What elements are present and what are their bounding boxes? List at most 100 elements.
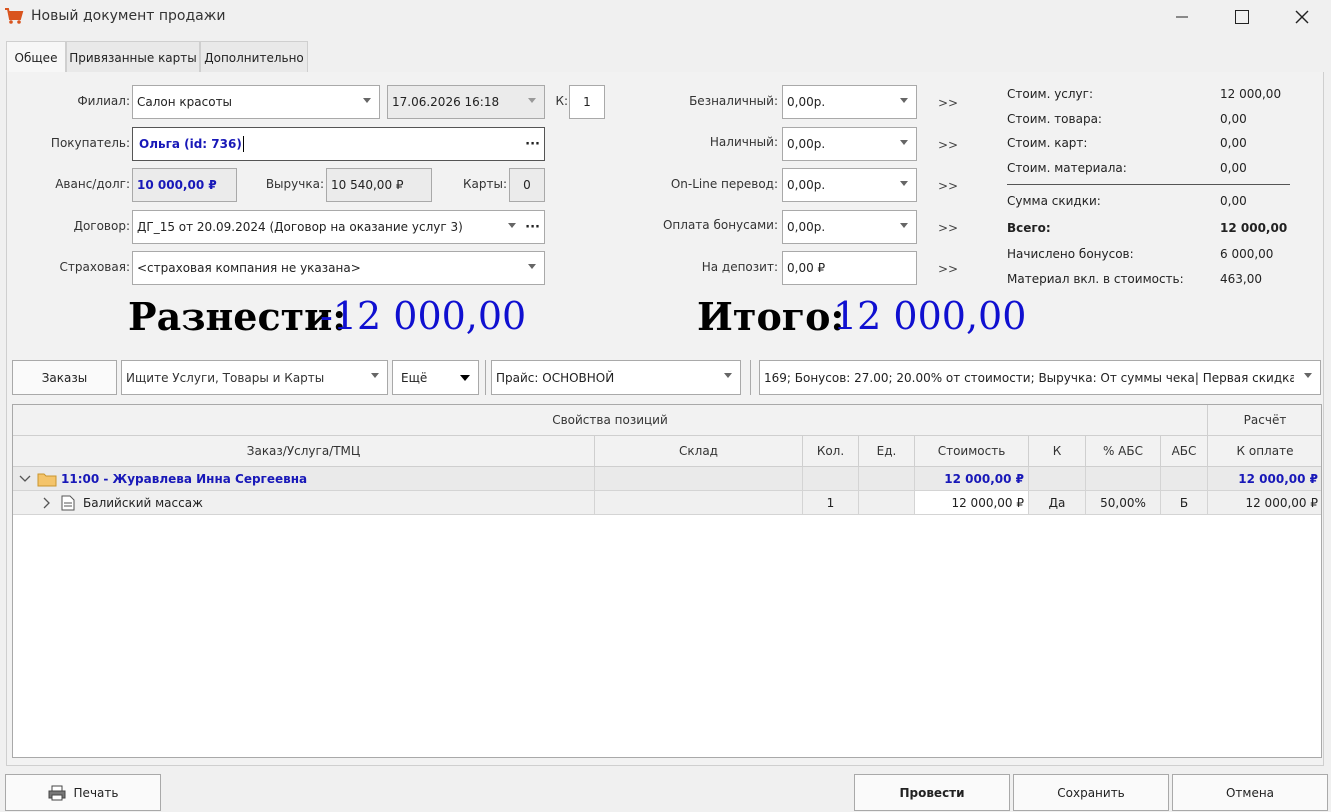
column-header-cost[interactable]: Стоимость — [915, 436, 1029, 467]
distribute-label: Разнести: — [128, 294, 347, 339]
more-dots-icon[interactable]: ··· — [525, 137, 540, 152]
revenue-value: 10 540,00 ₽ — [331, 178, 404, 192]
more-dropdown[interactable]: Ещё — [392, 360, 479, 395]
k-label: К: — [555, 94, 568, 108]
summary-material-included-value: 463,00 — [1220, 272, 1262, 286]
group-header-calculation: Расчёт — [1208, 405, 1321, 436]
summary-goods-label: Стоим. товара: — [1007, 112, 1102, 126]
distribute-value: -12 000,00 — [320, 294, 527, 338]
payment-cash-value: 0,00р. — [787, 137, 826, 151]
payment-online-fill-button[interactable]: >> — [938, 179, 958, 193]
chevron-down-icon — [900, 223, 908, 228]
summary-discount-value: 0,00 — [1220, 194, 1247, 208]
summary-material-label: Стоим. материала: — [1007, 161, 1127, 175]
cancel-button[interactable]: Отмена — [1172, 774, 1328, 811]
datetime-field[interactable]: 17.06.2026 16:18 — [387, 85, 545, 119]
save-button[interactable]: Сохранить — [1013, 774, 1169, 811]
branch-value: Салон красоты — [137, 95, 233, 109]
payment-cash-label: Наличный: — [709, 135, 778, 149]
tab-linked-cards[interactable]: Привязанные карты — [66, 41, 200, 73]
advance-label: Аванс/долг: — [55, 177, 130, 191]
print-button[interactable]: Печать — [5, 774, 161, 811]
more-label: Ещё — [401, 370, 428, 385]
advance-value: 10 000,00 ₽ — [137, 178, 217, 192]
column-header-unit[interactable]: Ед. — [859, 436, 915, 467]
summary-goods-value: 0,00 — [1220, 112, 1247, 126]
summary-total-value: 12 000,00 — [1220, 221, 1288, 235]
summary-services-value: 12 000,00 — [1220, 87, 1282, 101]
close-icon — [1295, 10, 1309, 24]
column-header-item[interactable]: Заказ/Услуга/ТМЦ — [13, 436, 595, 467]
item-qty[interactable]: 1 — [803, 491, 859, 515]
insurer-label: Страховая: — [59, 260, 130, 274]
payment-bonus-value: 0,00р. — [787, 220, 826, 234]
price-list-select[interactable]: Прайс: ОСНОВНОЙ — [491, 360, 741, 395]
minimize-button[interactable] — [1152, 0, 1212, 34]
column-header-qty[interactable]: Кол. — [803, 436, 859, 467]
column-header-k[interactable]: К — [1029, 436, 1086, 467]
payment-cash-fill-button[interactable]: >> — [938, 138, 958, 152]
promo-select[interactable]: 169; Бонусов: 27.00; 20.00% от стоимости… — [759, 360, 1321, 395]
group-header-properties: Свойства позиций — [13, 405, 1208, 436]
summary-cards-value: 0,00 — [1220, 136, 1247, 150]
summary-material-included-label: Материал вкл. в стоимость: — [1007, 272, 1184, 286]
chevron-down-icon — [724, 373, 732, 378]
maximize-button[interactable] — [1212, 0, 1272, 34]
buyer-input[interactable]: Ольга (id: 736) ··· — [132, 127, 545, 161]
toolbar-separator — [750, 360, 751, 395]
item-abs[interactable]: Б — [1161, 491, 1208, 515]
summary-divider — [1007, 184, 1290, 185]
summary-material-value: 0,00 — [1220, 161, 1247, 175]
branch-select[interactable]: Салон красоты — [132, 85, 380, 119]
buyer-label: Покупатель: — [50, 136, 130, 150]
insurer-select[interactable]: <страховая компания не указана> — [132, 251, 545, 285]
column-header-abs[interactable]: АБС — [1161, 436, 1208, 467]
revenue-field: 10 540,00 ₽ — [326, 168, 432, 202]
chevron-down-icon — [900, 140, 908, 145]
toolbar-separator — [485, 360, 486, 395]
chevron-down-icon — [508, 223, 516, 228]
tab-additional[interactable]: Дополнительно — [200, 41, 308, 73]
group-to-pay: 12 000,00 ₽ — [1208, 467, 1321, 491]
search-input[interactable]: Ищите Услуги, Товары и Карты — [121, 360, 388, 395]
datetime-value: 17.06.2026 16:18 — [392, 95, 500, 109]
payment-bonus-label: Оплата бонусами: — [662, 218, 778, 232]
item-abs-percent[interactable]: 50,00% — [1086, 491, 1161, 515]
contract-label: Договор: — [73, 219, 130, 233]
summary-services-label: Стоим. услуг: — [1007, 87, 1094, 101]
chevron-right-icon[interactable] — [41, 497, 53, 509]
group-cost: 12 000,00 ₽ — [915, 467, 1029, 491]
payment-cashless-select[interactable]: 0,00р. — [782, 85, 917, 119]
payment-deposit-label: На депозит: — [701, 260, 778, 274]
summary-total-label: Всего: — [1007, 221, 1051, 235]
item-k[interactable]: Да — [1029, 491, 1086, 515]
title-bar: Новый документ продажи — [0, 0, 1331, 34]
payment-deposit-input[interactable]: 0,00 ₽ — [782, 251, 917, 285]
item-to-pay: 12 000,00 ₽ — [1208, 491, 1321, 515]
summary-cards-label: Стоим. карт: — [1007, 136, 1088, 150]
payment-cashless-fill-button[interactable]: >> — [938, 96, 958, 110]
item-cost[interactable]: 12 000,00 ₽ — [915, 491, 1029, 515]
chevron-down-icon[interactable] — [19, 473, 31, 485]
payment-bonus-select[interactable]: 0,00р. — [782, 210, 917, 244]
orders-button[interactable]: Заказы — [12, 360, 117, 395]
chevron-down-icon — [900, 181, 908, 186]
payment-deposit-fill-button[interactable]: >> — [938, 262, 958, 276]
more-dots-icon[interactable]: ··· — [525, 220, 540, 235]
payment-online-select[interactable]: 0,00р. — [782, 168, 917, 202]
post-button[interactable]: Провести — [854, 774, 1010, 811]
close-button[interactable] — [1272, 0, 1331, 34]
positions-grid[interactable]: Свойства позиций Расчёт Заказ/Услуга/ТМЦ… — [12, 404, 1322, 758]
item-unit[interactable] — [859, 491, 915, 515]
contract-value: ДГ_15 от 20.09.2024 (Договор на оказание… — [137, 220, 463, 234]
contract-select[interactable]: ДГ_15 от 20.09.2024 (Договор на оказание… — [132, 210, 545, 244]
payment-cash-select[interactable]: 0,00р. — [782, 127, 917, 161]
column-header-to-pay[interactable]: К оплате — [1208, 436, 1321, 467]
item-name: Балийский массаж — [83, 495, 203, 510]
column-header-warehouse[interactable]: Склад — [595, 436, 803, 467]
column-header-abs-percent[interactable]: % АБС — [1086, 436, 1161, 467]
buyer-value: Ольга (id: 736) — [139, 137, 242, 151]
payment-bonus-fill-button[interactable]: >> — [938, 221, 958, 235]
tab-general[interactable]: Общее — [6, 41, 66, 74]
item-warehouse[interactable] — [595, 491, 803, 515]
